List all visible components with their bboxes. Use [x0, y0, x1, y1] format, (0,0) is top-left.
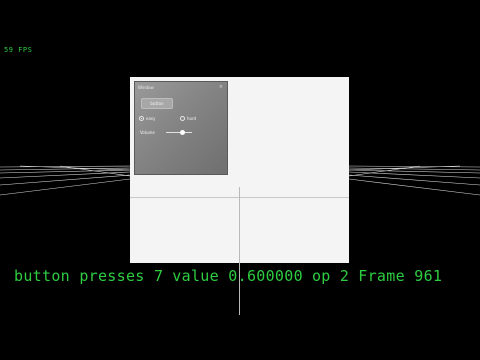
slider-handle[interactable]	[179, 130, 185, 135]
grid-line	[0, 178, 131, 196]
frame-readout: Frame 961	[358, 267, 443, 285]
grid-line	[0, 174, 131, 186]
window-title[interactable]: Window	[138, 85, 154, 90]
radio-hard[interactable]: hard	[180, 116, 196, 121]
slider-label: Volume	[140, 130, 155, 135]
grid-line	[0, 171, 131, 179]
status-readout: button presses 7 value 0.600000 op 2 Frame …	[14, 267, 451, 285]
fps-counter: 59 FPS	[4, 46, 33, 54]
radio-label-easy: easy	[146, 116, 156, 121]
close-icon[interactable]: ×	[219, 84, 223, 90]
window-button[interactable]: button	[141, 98, 173, 109]
radio-unselected-icon[interactable]	[180, 116, 185, 121]
button-presses-readout: button presses 7	[14, 267, 164, 285]
radio-label-hard: hard	[187, 116, 197, 121]
radio-easy[interactable]: easy	[139, 116, 155, 121]
value-readout: value 0.600000	[172, 267, 303, 285]
grid-line	[0, 169, 131, 174]
grid-line	[348, 169, 480, 174]
grid-line	[348, 174, 480, 186]
volume-slider[interactable]	[166, 130, 192, 135]
gui-window[interactable]: Window × button easy hard Volume	[134, 81, 228, 175]
crosshair-vertical	[239, 187, 240, 315]
grid-line	[348, 178, 480, 196]
op-readout: op 2	[311, 267, 350, 285]
radio-selected-icon[interactable]	[139, 116, 144, 121]
grid-line	[348, 171, 480, 179]
